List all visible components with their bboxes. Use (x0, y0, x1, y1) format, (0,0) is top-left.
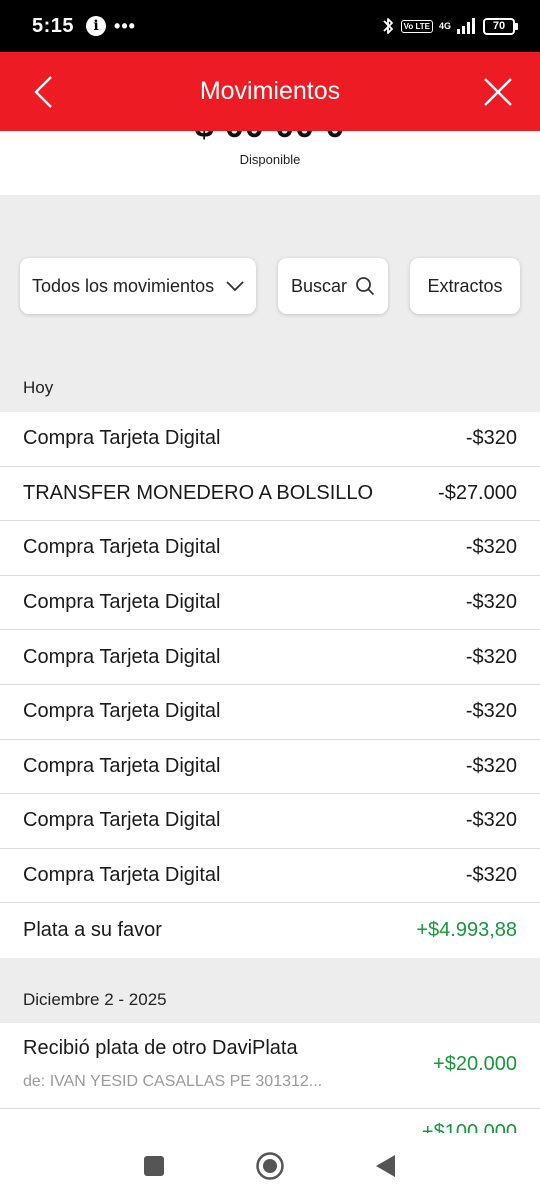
transaction-description: Compra Tarjeta Digital (23, 536, 221, 559)
home-button[interactable] (255, 1151, 285, 1181)
square-icon (144, 1156, 164, 1176)
system-nav-bar (0, 1133, 540, 1200)
transaction-row[interactable]: Compra Tarjeta Digital -$320 (0, 794, 540, 849)
close-button[interactable] (478, 72, 518, 112)
battery-level: 70 (483, 17, 515, 35)
circle-icon (256, 1152, 284, 1180)
transaction-row[interactable]: Compra Tarjeta Digital -$320 (0, 576, 540, 631)
transaction-row[interactable]: Compra Tarjeta Digital -$320 (0, 630, 540, 685)
chevron-down-icon (226, 281, 244, 292)
close-icon (484, 78, 512, 106)
transaction-amount: -$320 (465, 864, 517, 887)
app-header: Movimientos (0, 52, 540, 131)
transaction-amount: +$20.000 (433, 1053, 517, 1075)
transaction-row[interactable]: Compra Tarjeta Digital -$320 (0, 521, 540, 576)
transaction-row[interactable]: Plata a su favor +$4.993,88 (0, 903, 540, 958)
section-label-today: Hoy (23, 378, 54, 397)
transaction-amount: +$4.993,88 (416, 919, 517, 942)
transaction-amount: -$320 (465, 700, 517, 723)
more-dots-icon: ••• (114, 15, 136, 36)
balance-label: Disponible (239, 152, 301, 167)
transaction-description: Compra Tarjeta Digital (23, 427, 221, 450)
triangle-back-icon (376, 1155, 395, 1177)
transaction-description: Compra Tarjeta Digital (23, 864, 221, 887)
extracts-button[interactable]: Extractos (410, 258, 520, 314)
transaction-row[interactable]: Compra Tarjeta Digital -$320 (0, 412, 540, 467)
page-title: Movimientos (199, 77, 341, 105)
transaction-description: Compra Tarjeta Digital (23, 809, 221, 832)
section-label-dec2: Diciembre 2 - 2025 (23, 990, 167, 1009)
transaction-amount: -$320 (465, 591, 517, 614)
transaction-amount: -$320 (465, 809, 517, 832)
status-time: 5:15 (32, 14, 75, 37)
transaction-description: Plata a su favor (23, 919, 162, 942)
transaction-amount: -$320 (465, 645, 517, 668)
transaction-row[interactable]: Compra Tarjeta Digital -$320 (0, 740, 540, 795)
info-icon: i (86, 16, 107, 36)
transaction-description: TRANSFER MONEDERO A BOLSILLO (23, 481, 374, 504)
transaction-row[interactable]: Recibió plata de otro DaviPlata de: IVAN… (0, 1023, 540, 1109)
search-label: Buscar (290, 275, 348, 296)
transaction-amount: -$320 (465, 754, 517, 777)
search-icon (356, 277, 375, 296)
status-indicators: Vo LTE 4G 70 (381, 16, 518, 36)
battery-icon: 70 (483, 17, 518, 35)
transaction-sender: de: IVAN YESID CASALLAS PE 301312... (23, 1073, 323, 1090)
transaction-row[interactable]: Compra Tarjeta Digital -$320 (0, 685, 540, 740)
balance-card: $ 00 00 0 Disponible (0, 131, 540, 195)
back-nav-button[interactable] (370, 1151, 400, 1181)
transaction-description: Recibió plata de otro DaviPlata (23, 1037, 298, 1059)
transaction-description: Compra Tarjeta Digital (23, 645, 221, 668)
movements-filter-label: Todos los movimientos (32, 275, 215, 296)
extracts-label: Extractos (427, 275, 503, 296)
transaction-amount: -$27.000 (438, 481, 517, 504)
status-bar: 5:15 i ••• Vo LTE 4G 70 (0, 0, 540, 52)
movements-filter-dropdown[interactable]: Todos los movimientos (20, 258, 256, 314)
transactions-list-today: Compra Tarjeta Digital -$320 TRANSFER MO… (0, 412, 540, 958)
recents-button[interactable] (139, 1151, 169, 1181)
transaction-amount[interactable]: +$100.000 (422, 1121, 517, 1133)
back-button[interactable] (24, 72, 64, 112)
transaction-description: Compra Tarjeta Digital (23, 700, 221, 723)
volte-badge: Vo LTE (400, 19, 433, 33)
balance-amount: $ 00 00 0 (0, 131, 540, 146)
search-button[interactable]: Buscar (278, 258, 388, 314)
transaction-amount: -$320 (465, 536, 517, 559)
signal-icon (457, 18, 475, 34)
transactions-list-dec2: Recibió plata de otro DaviPlata de: IVAN… (0, 1023, 540, 1133)
filter-row: Todos los movimientos Buscar Extractos (20, 258, 520, 314)
transaction-amount: -$320 (465, 427, 517, 450)
chevron-left-icon (34, 76, 52, 108)
network-type: 4G (438, 20, 451, 31)
transaction-row[interactable]: Compra Tarjeta Digital -$320 (0, 849, 540, 904)
transaction-description: Compra Tarjeta Digital (23, 754, 221, 777)
bluetooth-icon (382, 18, 393, 34)
transaction-description: Compra Tarjeta Digital (23, 591, 221, 614)
transaction-row[interactable]: TRANSFER MONEDERO A BOLSILLO -$27.000 (0, 467, 540, 522)
